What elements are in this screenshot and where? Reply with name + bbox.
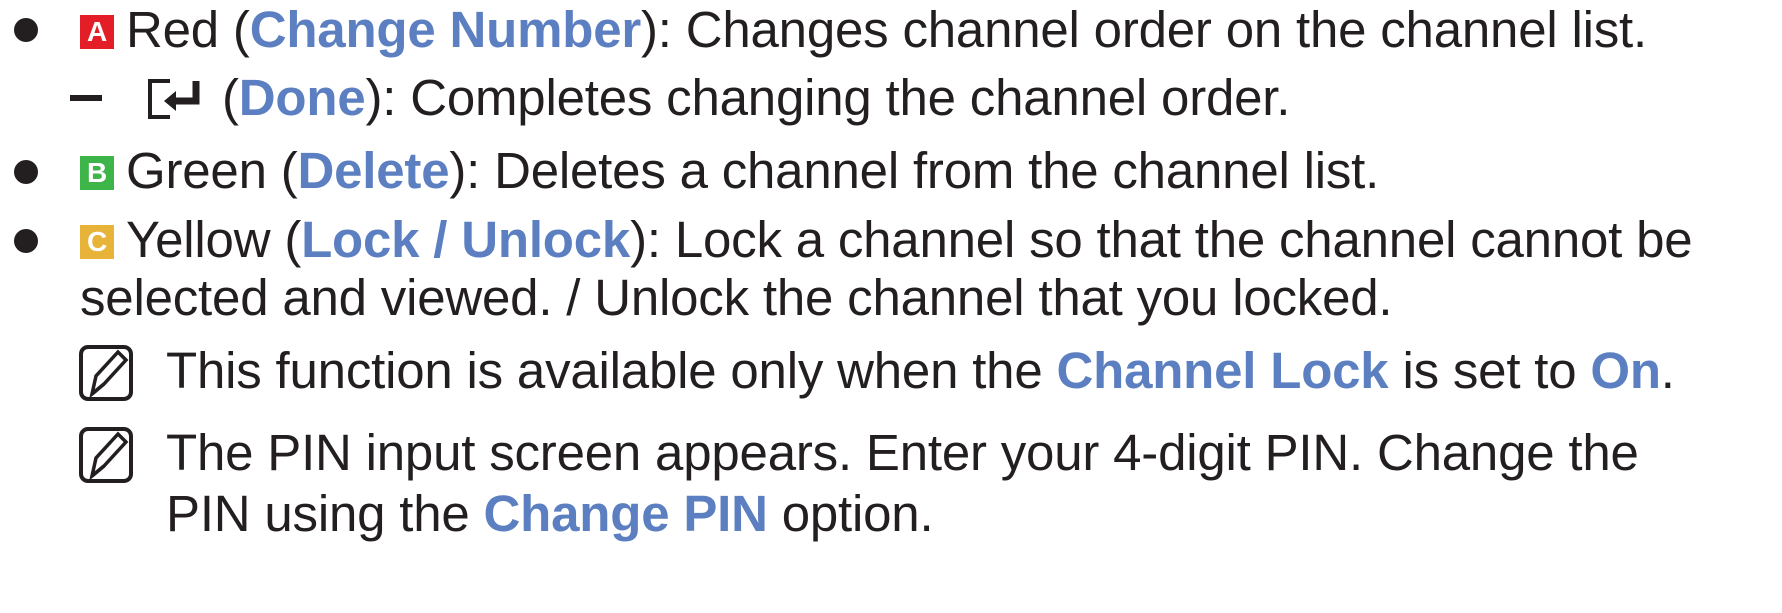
- sub-item-open: (: [222, 69, 239, 126]
- sub-item-description: ): Completes changing the channel order.: [365, 69, 1291, 126]
- bullet-icon: [14, 18, 38, 42]
- sub-item-action: Done: [238, 69, 366, 126]
- note-text: is set to: [1388, 342, 1591, 399]
- dash-icon: [70, 95, 102, 101]
- item-color-name: Yellow (: [126, 211, 302, 268]
- note-highlight: Change PIN: [483, 485, 768, 542]
- bullet-icon: [14, 229, 38, 253]
- note-icon: [78, 426, 138, 486]
- item-color-name: Green (: [126, 142, 298, 199]
- item-action: Change Number: [249, 1, 641, 58]
- note-pin-line2: PIN using the Change PIN option.: [166, 484, 934, 544]
- manual-page: A Red (Change Number): Changes channel or…: [0, 0, 1782, 613]
- item-red: A Red (Change Number): Changes channel or…: [80, 0, 1647, 60]
- note-text: This function is available only when the: [166, 342, 1057, 399]
- note-pin-line1: The PIN input screen appears. Enter your…: [166, 424, 1639, 481]
- sub-item-done: (Done): Completes changing the channel o…: [146, 68, 1290, 128]
- note-text: PIN using the: [166, 485, 484, 542]
- green-key-icon: B: [80, 156, 114, 190]
- item-action: Lock / Unlock: [301, 211, 631, 268]
- item-color-name: Red (: [126, 1, 250, 58]
- item-yellow-cont: selected and viewed. / Unlock the channe…: [80, 269, 1393, 326]
- item-yellow: C Yellow (Lock / Unlock): Lock a channel …: [80, 210, 1693, 270]
- item-action: Delete: [297, 142, 450, 199]
- red-key-icon: A: [80, 15, 114, 49]
- note-highlight: On: [1590, 342, 1661, 399]
- item-description: ): Lock a channel so that the channel ca…: [630, 211, 1693, 268]
- note-icon: [78, 344, 138, 404]
- enter-icon: [146, 74, 208, 119]
- item-description: ): Changes channel order on the channel …: [641, 1, 1647, 58]
- item-description: ): Deletes a channel from the channel li…: [449, 142, 1380, 199]
- bullet-icon: [14, 160, 38, 184]
- note-text: .: [1660, 342, 1675, 399]
- note-channel-lock: This function is available only when the…: [166, 341, 1675, 401]
- note-text: option.: [767, 485, 934, 542]
- note-highlight: Channel Lock: [1056, 342, 1389, 399]
- yellow-key-icon: C: [80, 225, 114, 259]
- item-green: B Green (Delete): Deletes a channel from …: [80, 141, 1379, 201]
